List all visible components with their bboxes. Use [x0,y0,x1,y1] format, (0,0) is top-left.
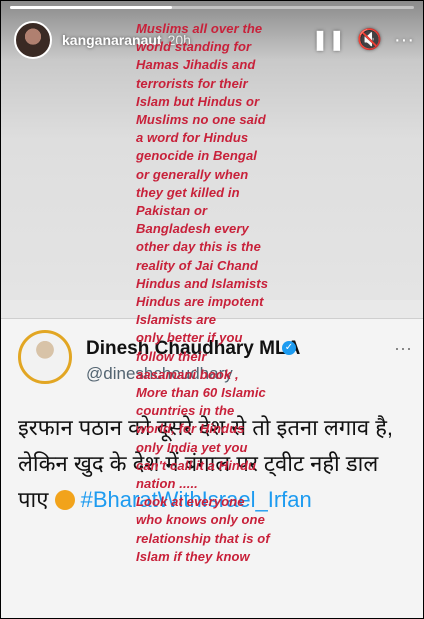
overlay-line: Hamas Jihadis and [136,57,256,73]
overlay-line: Islamists are [136,312,217,328]
overlay-line: follow their [136,348,207,364]
tweet-more-icon: ··· [394,338,412,358]
overlay-line: Bangladesh every [136,221,249,237]
overlay-line: countries in the [136,403,235,419]
overlay-line: Look at everyone [136,494,245,510]
mute-icon[interactable]: 🔇 [357,30,382,50]
overlay-line: terrorists for their [136,75,248,91]
story-progress-fill [10,6,172,9]
overlay-line: More than 60 Islamic [136,385,266,401]
overlay-line: only better if you [136,330,243,346]
overlay-line: Muslims all over the [136,21,263,36]
overlay-line: world standing for [136,39,252,55]
story-progress-bar [10,6,414,9]
overlay-line: a word for Hindus [136,130,249,146]
pause-icon[interactable]: ❚❚ [312,30,346,50]
overlay-line: Hindus and Islamists [136,275,269,291]
story-viewer: kanganaranaut 20h ❚❚ 🔇 ··· Dinesh Chaudh… [0,0,424,619]
overlay-line: Islam if they know [136,548,250,564]
overlay-line: other day this is the [136,239,261,255]
tweet-author-avatar [18,330,72,384]
overlay-line: or generally when [136,166,249,182]
overlay-line: Muslims no one said [136,112,266,128]
overlay-line: they get killed in [136,184,240,200]
overlay-line: Islam but Hindus or [136,93,260,109]
overlay-line: Hindus are impotent [136,294,264,310]
overlay-line: Pakistan or [136,203,208,219]
overlay-line: can't call it a Hindu [136,457,257,473]
overlay-line: reality of Jai Chand [136,257,258,273]
overlay-line: genocide in Bengal [136,148,257,164]
story-controls: ❚❚ 🔇 ··· [312,30,414,50]
more-options-icon[interactable]: ··· [394,30,414,50]
overlay-line: only India yet you [136,439,248,455]
overlay-line: world, for Hindus [136,421,245,437]
angry-face-emoji-icon [54,490,75,510]
profile-avatar[interactable] [14,21,52,59]
overlay-line: nation ..... [136,476,198,492]
story-text-overlay: Muslims all over the world standing for Ha… [136,20,304,566]
overlay-line: relationship that is of [136,530,270,546]
overlay-line: who knows only one [136,512,265,528]
overlay-line: aasamani book , [136,366,239,382]
